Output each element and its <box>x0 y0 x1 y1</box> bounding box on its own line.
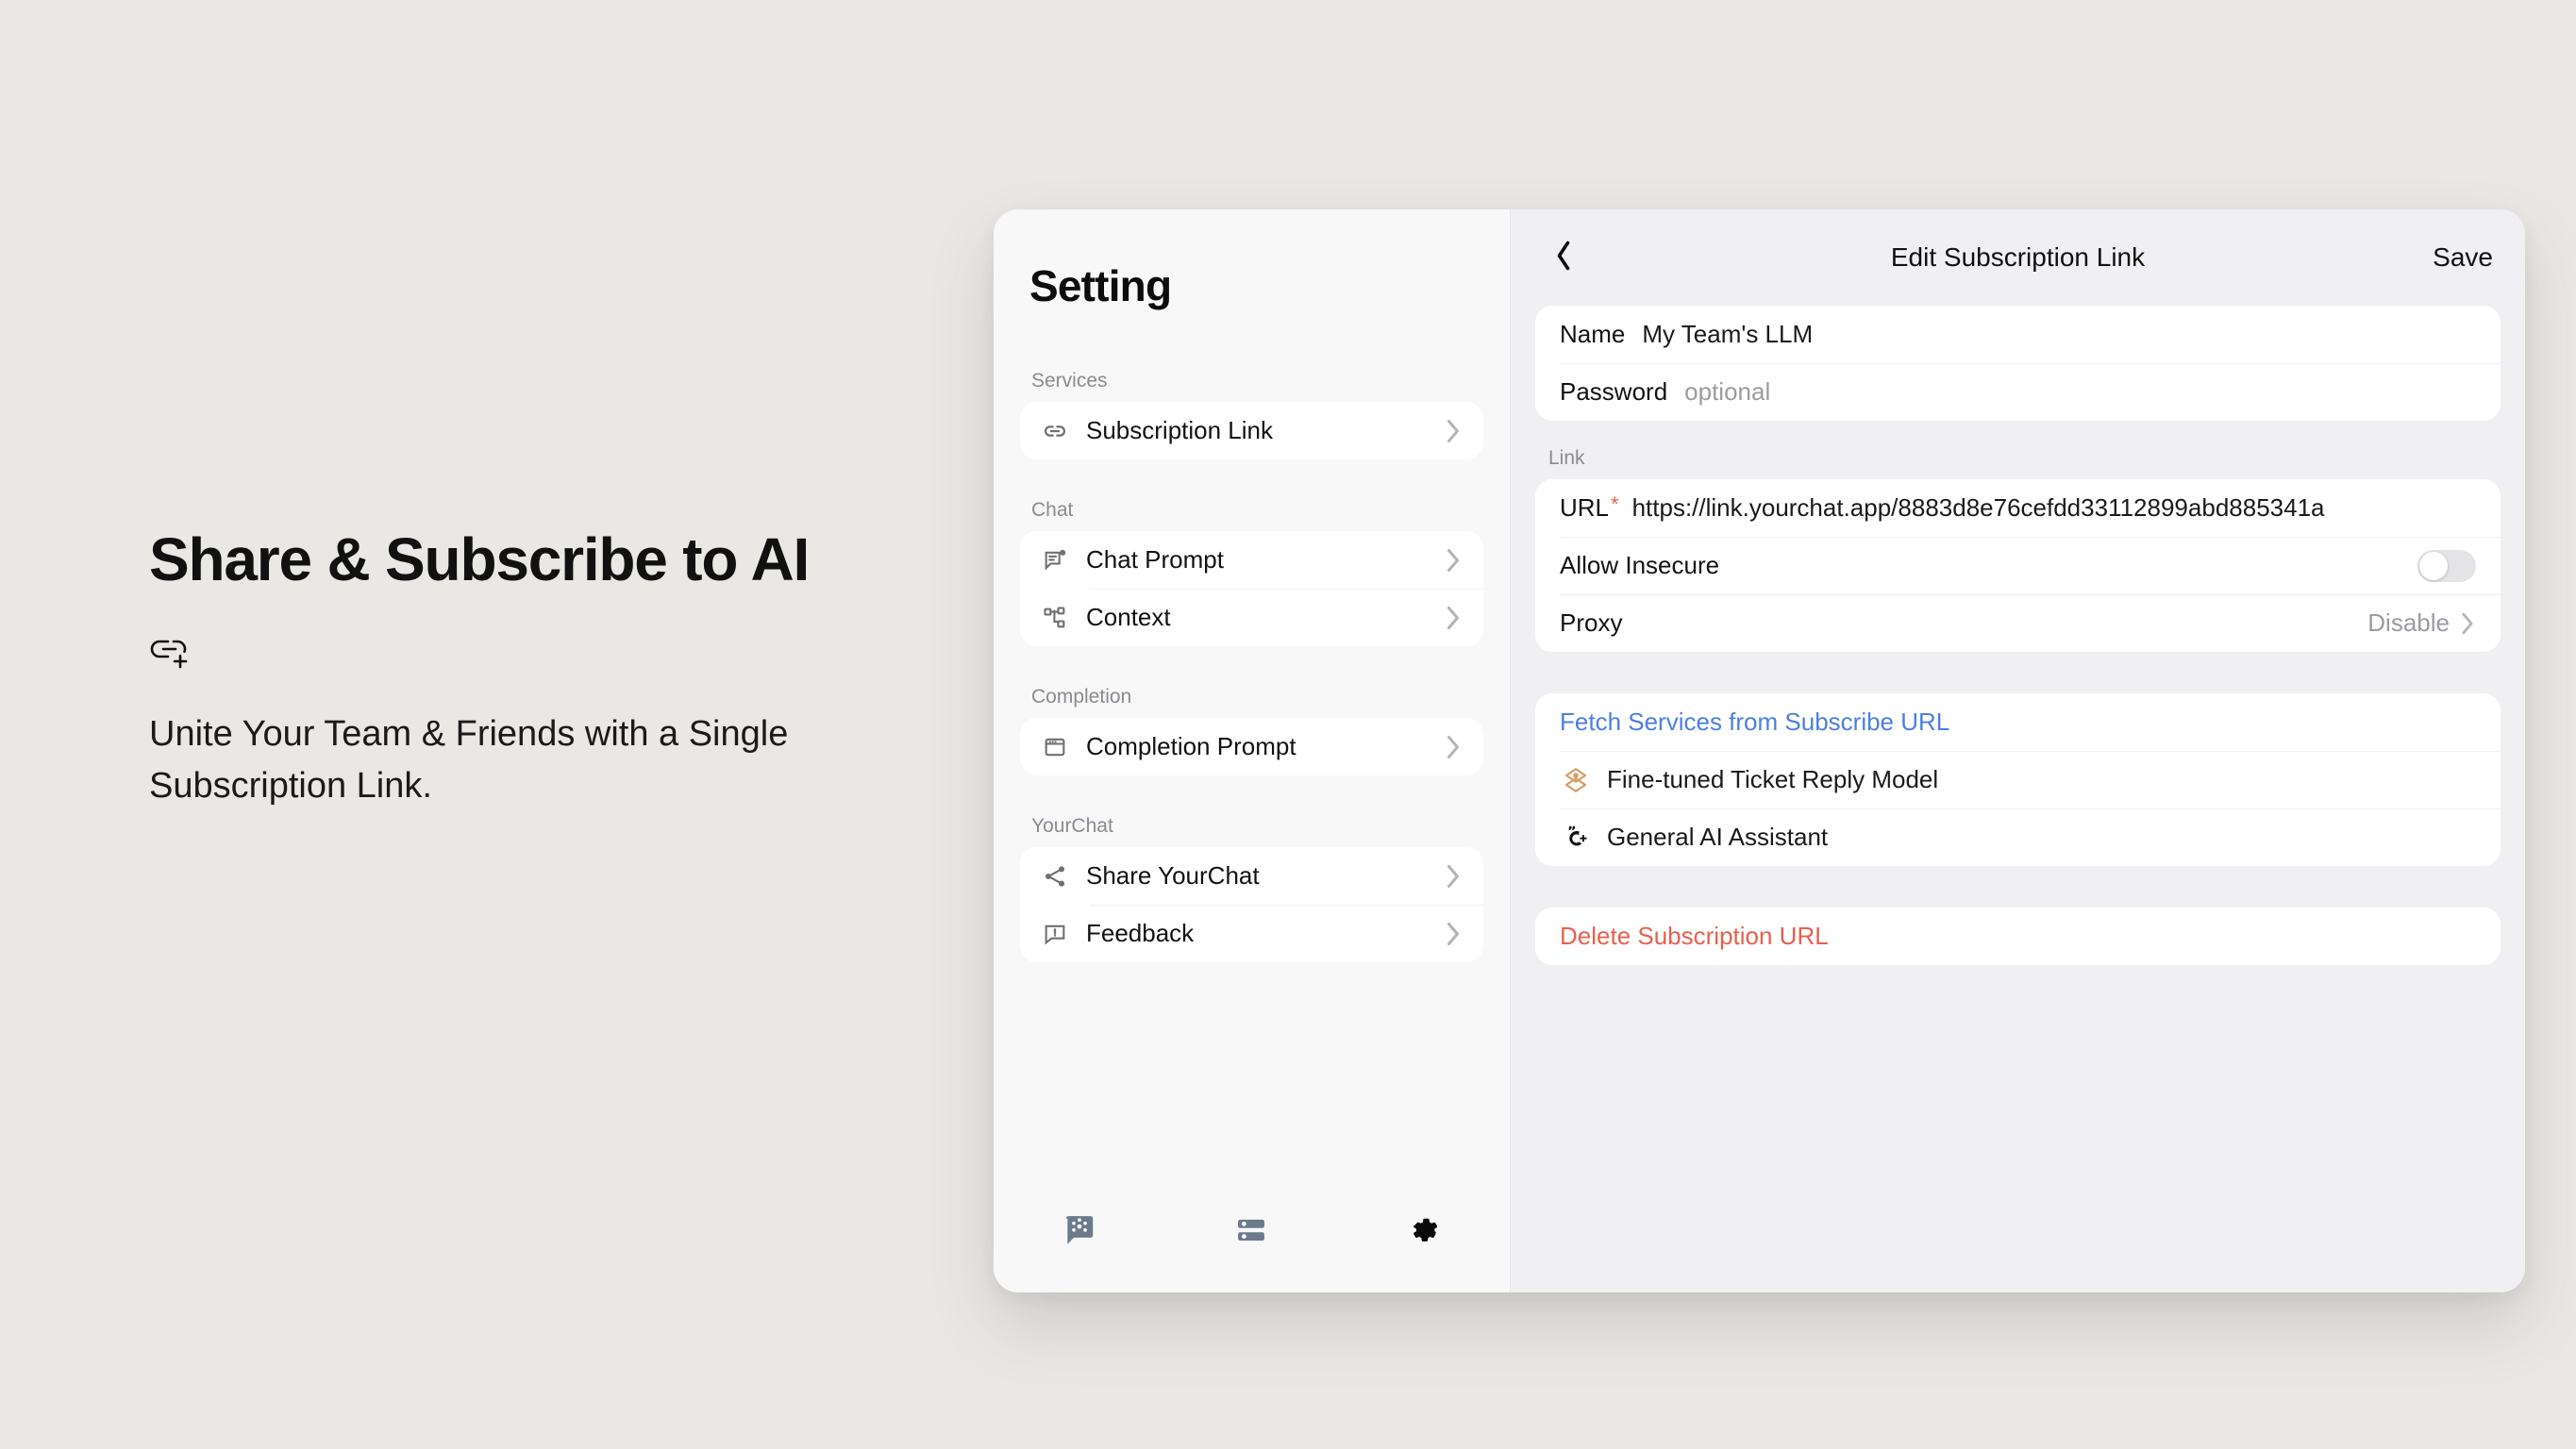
password-field-placeholder: optional <box>1684 377 1771 406</box>
group-label-completion: Completion <box>1031 686 1132 708</box>
chevron-right-icon <box>1444 604 1463 632</box>
detail-header: Edit Subscription Link Save <box>1511 209 2525 306</box>
link-icon <box>1039 415 1071 447</box>
sidebar-item-feedback[interactable]: Feedback <box>1020 905 1483 962</box>
context-tree-icon <box>1039 602 1071 634</box>
bottom-tab-bar <box>994 1168 1510 1292</box>
chevron-right-icon <box>1444 417 1463 445</box>
chat-tab[interactable] <box>994 1212 1165 1248</box>
toggle-knob <box>2419 551 2448 580</box>
layers-diamond-icon <box>1560 764 1592 796</box>
sidebar-group-chat: Chat Prompt Context <box>1020 531 1483 646</box>
allow-insecure-toggle[interactable] <box>2417 549 2476 582</box>
services-panel: Fetch Services from Subscribe URL Fine-t… <box>1535 693 2501 866</box>
delete-panel: Delete Subscription URL <box>1535 908 2501 965</box>
sidebar-item-completion-prompt[interactable]: Completion Prompt <box>1020 718 1483 775</box>
password-field-label: Password <box>1560 377 1668 406</box>
promo-subtitle: Unite Your Team & Friends with a Single … <box>149 714 789 807</box>
sidebar-item-context[interactable]: Context <box>1020 589 1483 646</box>
url-field-value: https://link.yourchat.app/8883d8e76cefdd… <box>1631 493 2325 522</box>
basic-info-panel: Name My Team's LLM Password optional <box>1535 306 2501 421</box>
cpp-assistant-icon <box>1560 822 1592 854</box>
back-button[interactable] <box>1543 237 1584 278</box>
link-add-icon <box>149 633 192 671</box>
chat-prompt-icon <box>1039 544 1071 576</box>
name-field-row[interactable]: Name My Team's LLM <box>1535 306 2501 363</box>
sidebar-group-services: Subscription Link <box>1020 402 1483 459</box>
allow-insecure-label: Allow Insecure <box>1560 551 1720 579</box>
delete-subscription-row[interactable]: Delete Subscription URL <box>1535 908 2501 965</box>
app-window: Setting Services Subscription Link Chat … <box>994 209 2525 1292</box>
sidebar-item-label: Share YourChat <box>1086 861 1260 890</box>
gear-icon <box>1406 1212 1442 1248</box>
share-icon <box>1039 860 1071 892</box>
screenshot-root: Share & Subscribe to AI Unite Your Team … <box>0 0 2576 1449</box>
feedback-icon <box>1039 918 1071 950</box>
proxy-label: Proxy <box>1560 608 1623 637</box>
password-field-row[interactable]: Password optional <box>1535 363 2501 421</box>
allow-insecure-row[interactable]: Allow Insecure <box>1535 537 2501 594</box>
service-item-row[interactable]: General AI Assistant <box>1535 808 2501 866</box>
sidebar-item-label: Completion Prompt <box>1086 732 1296 760</box>
link-section-label: Link <box>1548 447 1585 469</box>
chat-nodes-icon <box>1062 1212 1097 1248</box>
required-asterisk: * <box>1611 491 1619 516</box>
fetch-services-row[interactable]: Fetch Services from Subscribe URL <box>1535 693 2501 751</box>
chevron-right-icon <box>1444 920 1463 948</box>
sidebar-item-share-yourchat[interactable]: Share YourChat <box>1020 847 1483 905</box>
detail-title: Edit Subscription Link <box>1890 242 2146 272</box>
url-field-row[interactable]: URL * https://link.yourchat.app/8883d8e7… <box>1535 479 2501 537</box>
promo-title: Share & Subscribe to AI <box>149 525 810 593</box>
sidebar-item-label: Context <box>1086 603 1171 631</box>
proxy-trailing: Disable <box>2367 608 2476 638</box>
save-button[interactable]: Save <box>2433 242 2493 273</box>
name-field-label: Name <box>1560 320 1626 348</box>
chevron-left-icon <box>1553 239 1574 277</box>
chevron-right-icon <box>1444 733 1463 761</box>
settings-sidebar: Setting Services Subscription Link Chat … <box>994 209 1511 1292</box>
chevron-right-icon <box>1444 862 1463 891</box>
detail-body: Name My Team's LLM Password optional Lin… <box>1511 306 2525 1292</box>
chevron-right-icon <box>1444 546 1463 575</box>
sidebar-group-yourchat: Share YourChat Feedback <box>1020 847 1483 962</box>
delete-subscription-label: Delete Subscription URL <box>1560 922 1829 950</box>
sidebar-item-label: Chat Prompt <box>1086 545 1224 574</box>
server-stack-icon <box>1233 1212 1269 1248</box>
sidebar-group-completion: Completion Prompt <box>1020 718 1483 775</box>
page-title: Setting <box>1029 261 1172 310</box>
group-label-services: Services <box>1031 370 1108 391</box>
completion-window-icon <box>1039 731 1071 763</box>
name-field-value: My Team's LLM <box>1642 320 1814 348</box>
proxy-value: Disable <box>2367 608 2450 637</box>
group-label-chat: Chat <box>1031 499 1074 521</box>
services-tab[interactable] <box>1165 1212 1337 1248</box>
service-item-label: General AI Assistant <box>1607 823 1829 851</box>
proxy-row[interactable]: Proxy Disable <box>1535 594 2501 652</box>
settings-tab[interactable] <box>1338 1212 1510 1248</box>
service-item-label: Fine-tuned Ticket Reply Model <box>1607 765 1939 793</box>
fetch-services-label: Fetch Services from Subscribe URL <box>1560 708 1950 736</box>
chevron-right-icon <box>2459 610 2476 637</box>
group-label-yourchat: YourChat <box>1031 815 1113 837</box>
url-field-label: URL <box>1560 493 1610 522</box>
sidebar-item-label: Subscription Link <box>1086 416 1273 444</box>
link-panel: URL * https://link.yourchat.app/8883d8e7… <box>1535 479 2501 652</box>
promo-block: Share & Subscribe to AI Unite Your Team … <box>149 525 942 812</box>
sidebar-item-chat-prompt[interactable]: Chat Prompt <box>1020 531 1483 589</box>
sidebar-item-subscription-link[interactable]: Subscription Link <box>1020 402 1483 459</box>
sidebar-item-label: Feedback <box>1086 919 1195 947</box>
detail-pane: Edit Subscription Link Save Name My Team… <box>1511 209 2525 1292</box>
service-item-row[interactable]: Fine-tuned Ticket Reply Model <box>1535 751 2501 808</box>
